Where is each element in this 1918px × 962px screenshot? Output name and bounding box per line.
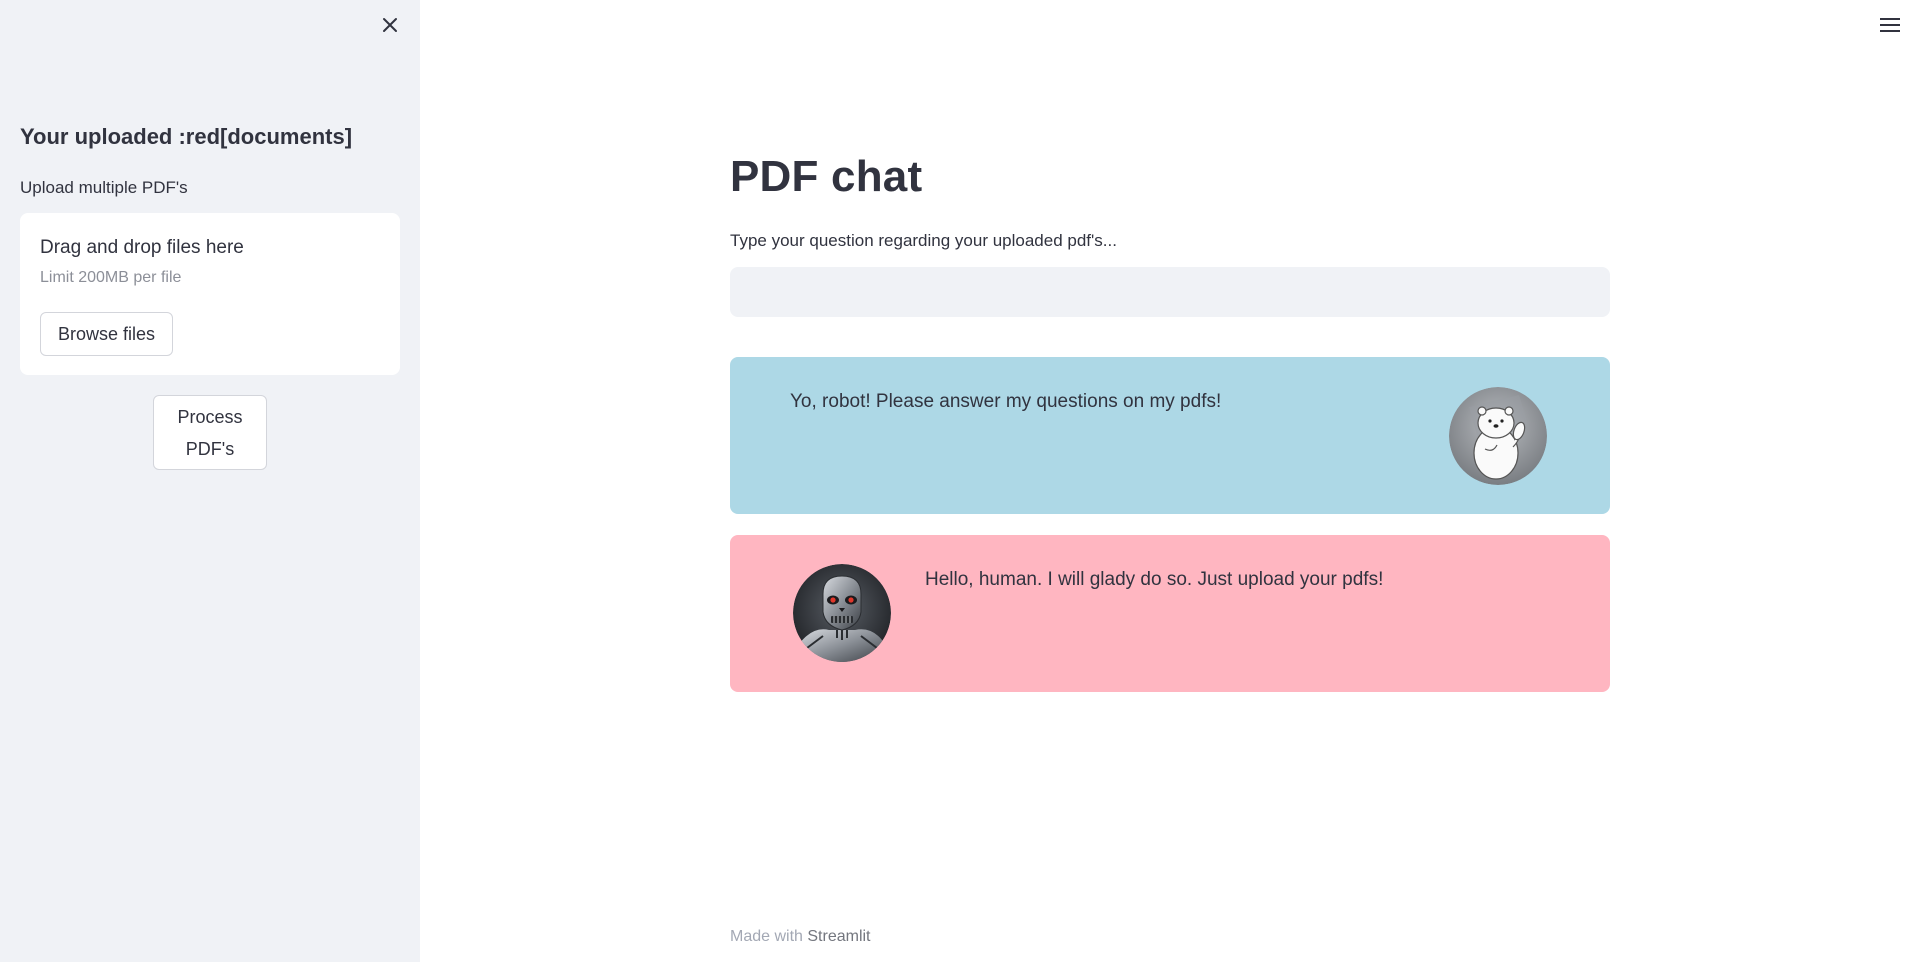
user-message-text: Yo, robot! Please answer my questions on…	[790, 391, 1222, 412]
process-pdfs-button[interactable]: Process PDF's	[153, 395, 267, 470]
main-content: PDF chat Type your question regarding yo…	[420, 0, 1918, 962]
user-message: Yo, robot! Please answer my questions on…	[730, 357, 1610, 514]
question-input[interactable]	[730, 267, 1610, 317]
sidebar: Your uploaded :red[documents] Upload mul…	[0, 0, 420, 962]
bot-message-text: Hello, human. I will glady do so. Just u…	[925, 569, 1384, 590]
streamlit-link[interactable]: Streamlit	[807, 928, 870, 945]
close-icon[interactable]	[378, 13, 402, 37]
dropzone-title: Drag and drop files here	[40, 237, 244, 258]
footer-prefix: Made with	[730, 928, 803, 945]
footer: Made with Streamlit	[730, 928, 871, 946]
file-dropzone[interactable]: Drag and drop files here Limit 200MB per…	[20, 213, 400, 375]
bot-message: Hello, human. I will glady do so. Just u…	[730, 535, 1610, 692]
hamburger-menu-icon[interactable]	[1876, 14, 1904, 36]
upload-label: Upload multiple PDF's	[20, 178, 188, 197]
polar-bear-avatar	[1449, 387, 1547, 485]
dropzone-limit: Limit 200MB per file	[40, 269, 182, 286]
robot-skull-avatar	[793, 564, 891, 662]
sidebar-heading: Your uploaded :red[documents]	[20, 124, 353, 149]
question-label: Type your question regarding your upload…	[730, 231, 1117, 250]
page-title: PDF chat	[730, 152, 923, 201]
browse-files-button[interactable]: Browse files	[40, 312, 173, 356]
